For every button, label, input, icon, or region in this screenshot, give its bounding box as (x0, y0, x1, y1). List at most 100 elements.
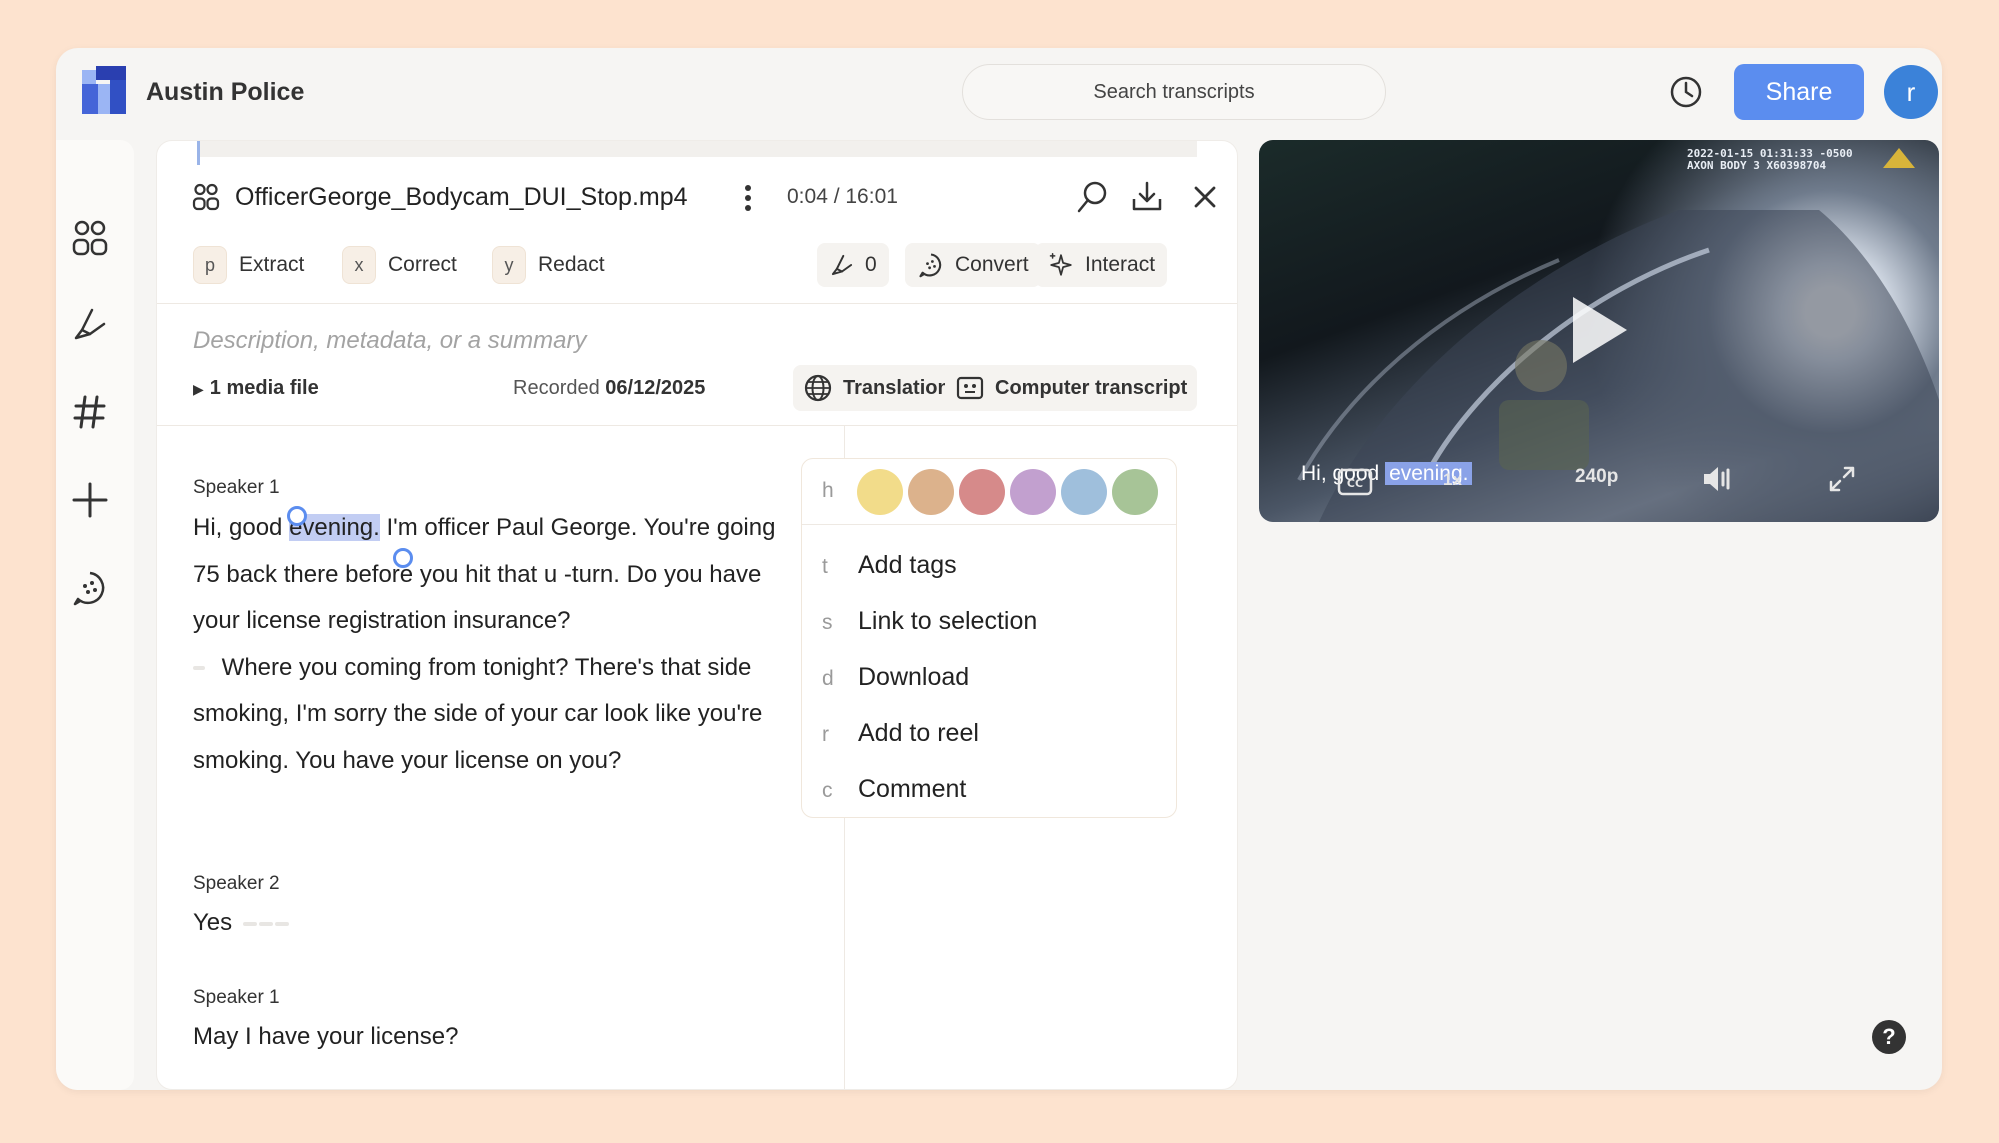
hashtag-icon[interactable] (70, 392, 110, 432)
workspace-title: Austin Police (146, 78, 305, 106)
menu-item-label: Add tags (858, 551, 957, 579)
file-name: OfficerGeorge_Bodycam_DUI_Stop.mp4 (235, 182, 688, 211)
color-swatch-purple[interactable] (1010, 469, 1056, 515)
sparkle-icon (1049, 253, 1072, 276)
speaker-label: Speaker 1 (193, 987, 280, 1008)
redact-action[interactable]: y Redact (492, 243, 633, 287)
menu-item-label: Link to selection (858, 607, 1038, 635)
interact-button[interactable]: Interact (1035, 243, 1168, 287)
file-header: OfficerGeorge_Bodycam_DUI_Stop.mp4 (191, 177, 688, 217)
speaker-label: Speaker 2 (193, 873, 280, 894)
search-placeholder: Search transcripts (1093, 80, 1255, 103)
fullscreen-icon[interactable] (1827, 464, 1857, 494)
history-clock-icon[interactable] (1668, 74, 1704, 110)
shortcut-key: s (822, 611, 833, 634)
download-icon[interactable] (1129, 179, 1165, 215)
highlights-count: 0 (865, 253, 877, 276)
utterance-text: May I have your license? (193, 1023, 459, 1050)
correct-label: Correct (388, 253, 457, 276)
color-swatch-green[interactable] (1112, 469, 1158, 515)
utterance-text: Hi, good (193, 514, 290, 541)
utterance[interactable]: Yes (193, 900, 803, 947)
selection-context-menu: h t Add tags s Link to selection d Downl… (801, 458, 1177, 818)
top-bar: Austin Police Search transcripts Share r (56, 48, 1942, 136)
convert-button[interactable]: Convert (905, 243, 1041, 287)
divider (157, 303, 1237, 304)
left-sidebar (56, 140, 134, 1090)
redact-label: Redact (538, 253, 605, 276)
selection-start-handle[interactable] (287, 506, 307, 526)
description-field[interactable]: Description, metadata, or a summary (193, 327, 586, 355)
highlighter-icon[interactable] (70, 304, 110, 344)
shortcut-key: t (822, 555, 828, 578)
media-files-label: 1 media file (209, 377, 319, 399)
menu-item-label: Add to reel (858, 719, 979, 747)
utterance[interactable]: Hi, good evening. I'm officer Paul Georg… (193, 505, 803, 784)
ai-chat-icon (919, 253, 942, 278)
bodycam-timestamp: 2022-01-15 01:31:33 -0500 AXON BODY 3 X6… (1687, 148, 1853, 172)
shortcut-key: r (822, 723, 829, 746)
playback-time: 0:04 / 16:01 (787, 185, 898, 208)
app-window: Austin Police Search transcripts Share r (56, 48, 1942, 1090)
extract-label: Extract (239, 253, 305, 276)
close-icon[interactable] (1187, 179, 1223, 215)
color-swatch-yellow[interactable] (857, 469, 903, 515)
people-icon[interactable] (70, 218, 110, 258)
ai-chat-icon[interactable] (70, 568, 110, 608)
selection-end-handle[interactable] (393, 548, 413, 568)
globe-icon (804, 374, 832, 402)
highlighter-icon (831, 254, 853, 276)
more-options-icon[interactable] (742, 183, 754, 213)
recorded-label: Recorded (513, 377, 600, 399)
search-input[interactable]: Search transcripts (962, 64, 1386, 120)
extract-action[interactable]: p Extract (193, 243, 332, 287)
computer-transcript-label: Computer transcript (995, 376, 1188, 399)
highlight-color-row: h (802, 459, 1176, 525)
svg-text:CC: CC (1347, 477, 1363, 490)
help-button[interactable]: ? (1872, 1020, 1906, 1054)
pause-marker (258, 921, 273, 926)
shortcut-key: p (193, 246, 227, 284)
highlights-count-button[interactable]: 0 (817, 243, 889, 287)
play-icon[interactable] (1569, 295, 1629, 365)
correct-action[interactable]: x Correct (342, 243, 485, 287)
computer-transcript-button[interactable]: Computer transcript (945, 365, 1198, 411)
menu-item-label: Download (858, 663, 970, 691)
color-swatch-red[interactable] (959, 469, 1005, 515)
add-icon[interactable] (70, 480, 110, 520)
media-files-toggle[interactable]: ▶ 1 media file (193, 377, 319, 400)
shortcut-key: h (822, 479, 834, 502)
color-swatch-blue[interactable] (1061, 469, 1107, 515)
pause-marker (242, 921, 257, 926)
utterance[interactable]: May I have your license? (193, 1014, 803, 1061)
share-button[interactable]: Share (1734, 64, 1864, 120)
recorded-date: Recorded 06/12/2025 (513, 377, 705, 400)
utterance-text: Where you coming from tonight? There's t… (193, 653, 763, 774)
transcript-body: Speaker 1 Hi, good evening. I'm officer … (157, 425, 845, 1089)
shortcut-key: y (492, 246, 526, 284)
playhead-marker[interactable] (197, 141, 200, 165)
video-player[interactable]: 2022-01-15 01:31:33 -0500 AXON BODY 3 X6… (1259, 140, 1939, 522)
speaker-label: Speaker 1 (193, 477, 280, 498)
convert-label: Convert (955, 253, 1029, 276)
playback-speed[interactable]: 1x (1443, 470, 1462, 490)
pause-marker (193, 666, 205, 671)
waveform-scrubber[interactable] (197, 141, 1197, 157)
shortcut-key: c (822, 779, 833, 802)
shortcut-key: x (342, 246, 376, 284)
app-logo-icon[interactable] (80, 64, 130, 116)
shortcut-key: d (822, 667, 834, 690)
user-avatar[interactable]: r (1884, 65, 1938, 119)
interact-label: Interact (1085, 253, 1156, 276)
color-swatch-tan[interactable] (908, 469, 954, 515)
search-in-transcript-icon[interactable] (1075, 179, 1111, 215)
speakers-icon[interactable] (191, 182, 221, 212)
caret-right-icon: ▶ (193, 381, 204, 397)
volume-icon[interactable] (1701, 464, 1733, 494)
camera-id-line: AXON BODY 3 X60398704 (1687, 159, 1827, 172)
closed-captions-icon[interactable]: CC (1337, 468, 1373, 496)
pause-marker (274, 921, 289, 926)
quality-selector[interactable]: 240p (1575, 466, 1618, 488)
translations-label: Translations (843, 376, 961, 399)
menu-item-label: Comment (858, 775, 967, 803)
